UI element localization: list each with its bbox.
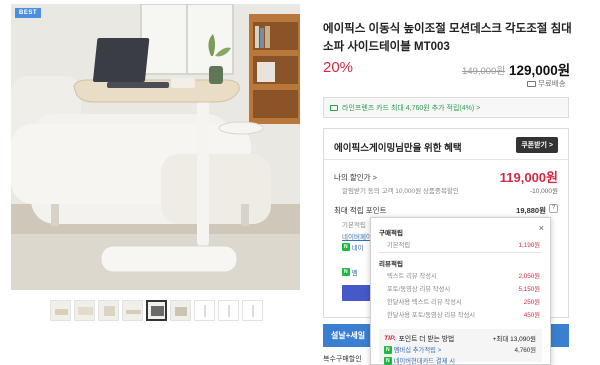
event-banner-button[interactable]: 설날+세일 bbox=[323, 324, 370, 347]
tip-total: +최대 13,090원 bbox=[492, 336, 536, 343]
tip-item-label: 네이버현대카드 결제 시 bbox=[393, 358, 456, 365]
review-label: 한달사용 포토/동영상 리뷰 작성시 bbox=[387, 312, 476, 319]
close-icon[interactable]: × bbox=[539, 223, 544, 233]
thumbnail[interactable] bbox=[50, 300, 71, 321]
basic-points-label: 기본적립 bbox=[342, 222, 366, 229]
my-price: 119,000원 bbox=[499, 170, 558, 185]
tip-item-value: 4,760원 bbox=[514, 347, 536, 354]
review-points-row: 텍스트 리뷰 작성시 2,050원 bbox=[387, 271, 540, 280]
review-label: 포토/동영상 리뷰 작성시 bbox=[387, 286, 451, 293]
purchase-points-heading: 구매적립 bbox=[379, 230, 403, 237]
tip-title: TIP. 포인트 더 받는 방법 bbox=[384, 333, 455, 344]
thumbnail-active[interactable] bbox=[146, 300, 167, 321]
thumbnail[interactable] bbox=[74, 300, 95, 321]
tip-item[interactable]: N 네이버현대카드 결제 시 bbox=[384, 356, 455, 365]
desk-photo-illustration bbox=[11, 4, 300, 290]
multi-buy-discount: 복수구매할인 bbox=[323, 356, 362, 363]
thumbnail[interactable] bbox=[218, 300, 239, 321]
tip-box: TIP. 포인트 더 받는 방법 +최대 13,090원 N 멤버십 추가적립 … bbox=[379, 329, 542, 365]
shipping-info: 무료배송 bbox=[527, 78, 566, 89]
review-value: 250원 bbox=[523, 299, 540, 306]
discount-rate: 20% bbox=[323, 59, 354, 76]
thumbnail[interactable] bbox=[98, 300, 119, 321]
product-main-image[interactable]: BEST bbox=[11, 4, 300, 290]
coupon-button[interactable]: 쿠폰받기 > bbox=[516, 137, 558, 153]
review-value: 450원 bbox=[523, 312, 540, 319]
review-points-heading: 리뷰적립 bbox=[379, 261, 403, 268]
naver-n-icon: N bbox=[384, 345, 392, 354]
credit-card-icon bbox=[330, 104, 338, 111]
basic-points-row: 기본적립 1,190원 bbox=[387, 240, 540, 249]
original-price: 149,000원 bbox=[462, 66, 506, 77]
divider bbox=[324, 159, 568, 160]
best-badge: BEST bbox=[15, 8, 42, 18]
naver-row-label: 네이 bbox=[351, 245, 364, 252]
product-title: 에이픽스 이동식 높이조절 모션데스크 각도조절 침대소파 사이드테이블 MT0… bbox=[323, 23, 572, 53]
card-promo-text: 라인프렌즈 카드 최대 4,760원 추가 적립(4%) > bbox=[342, 104, 481, 112]
basic-points-label: 기본적립 bbox=[387, 242, 411, 249]
thumbnail[interactable] bbox=[242, 300, 263, 321]
tip-item[interactable]: N 멤버십 추가적립 > 4,760원 bbox=[384, 345, 536, 354]
tip-title-text: 포인트 더 받는 방법 bbox=[398, 336, 455, 343]
review-points-row: 한달사용 텍스트 리뷰 작성시 250원 bbox=[387, 297, 540, 306]
sale-price: 129,000원 bbox=[509, 63, 571, 78]
thumbnail[interactable] bbox=[170, 300, 191, 321]
max-points-label: 최대 적립 포인트 bbox=[334, 206, 387, 215]
thumbnail-strip bbox=[50, 300, 263, 321]
review-label: 텍스트 리뷰 작성시 bbox=[387, 273, 437, 280]
review-value: 2,050원 bbox=[518, 273, 540, 280]
my-price-note: 알림받기 동의 고객 10,000원 상품중복할인 bbox=[342, 188, 459, 195]
review-points-row: 한달사용 포토/동영상 리뷰 작성시 450원 bbox=[387, 310, 540, 319]
help-icon[interactable]: ? bbox=[549, 204, 558, 213]
points-popup: × 구매적립 기본적립 1,190원 리뷰적립 텍스트 리뷰 작성시 2,050… bbox=[370, 217, 551, 365]
truck-icon bbox=[527, 80, 536, 87]
naver-row[interactable]: N 네이 bbox=[342, 242, 364, 252]
divider bbox=[379, 252, 542, 253]
membership-row[interactable]: N 멤 bbox=[342, 267, 358, 277]
review-label: 한달사용 텍스트 리뷰 작성시 bbox=[387, 299, 462, 306]
thumbnail[interactable] bbox=[194, 300, 215, 321]
event-banner-button-edge[interactable] bbox=[551, 324, 569, 347]
my-price-discount: -10,000원 bbox=[529, 188, 558, 195]
thumbnail[interactable] bbox=[122, 300, 143, 321]
benefits-heading: 에이픽스게이밍님만을 위한 혜택 bbox=[334, 143, 462, 154]
naver-n-icon: N bbox=[384, 356, 392, 365]
tip-badge: TIP. bbox=[384, 334, 396, 342]
naver-n-icon: N bbox=[342, 243, 350, 251]
max-points: 19,880원 bbox=[516, 206, 546, 215]
naver-n-icon: N bbox=[342, 268, 350, 276]
membership-button[interactable] bbox=[342, 285, 372, 301]
review-value: 5,150원 bbox=[518, 286, 540, 293]
review-points-row: 포토/동영상 리뷰 작성시 5,150원 bbox=[387, 284, 540, 293]
tip-item-label: 멤버십 추가적립 > bbox=[393, 347, 442, 354]
membership-row-label: 멤 bbox=[351, 270, 358, 277]
shipping-label: 무료배송 bbox=[538, 79, 566, 88]
my-price-label[interactable]: 나의 할인가 > bbox=[334, 172, 377, 183]
basic-points-value: 1,190원 bbox=[518, 242, 540, 249]
card-promo-bar[interactable]: 라인프렌즈 카드 최대 4,760원 추가 적립(4%) > bbox=[323, 97, 569, 118]
